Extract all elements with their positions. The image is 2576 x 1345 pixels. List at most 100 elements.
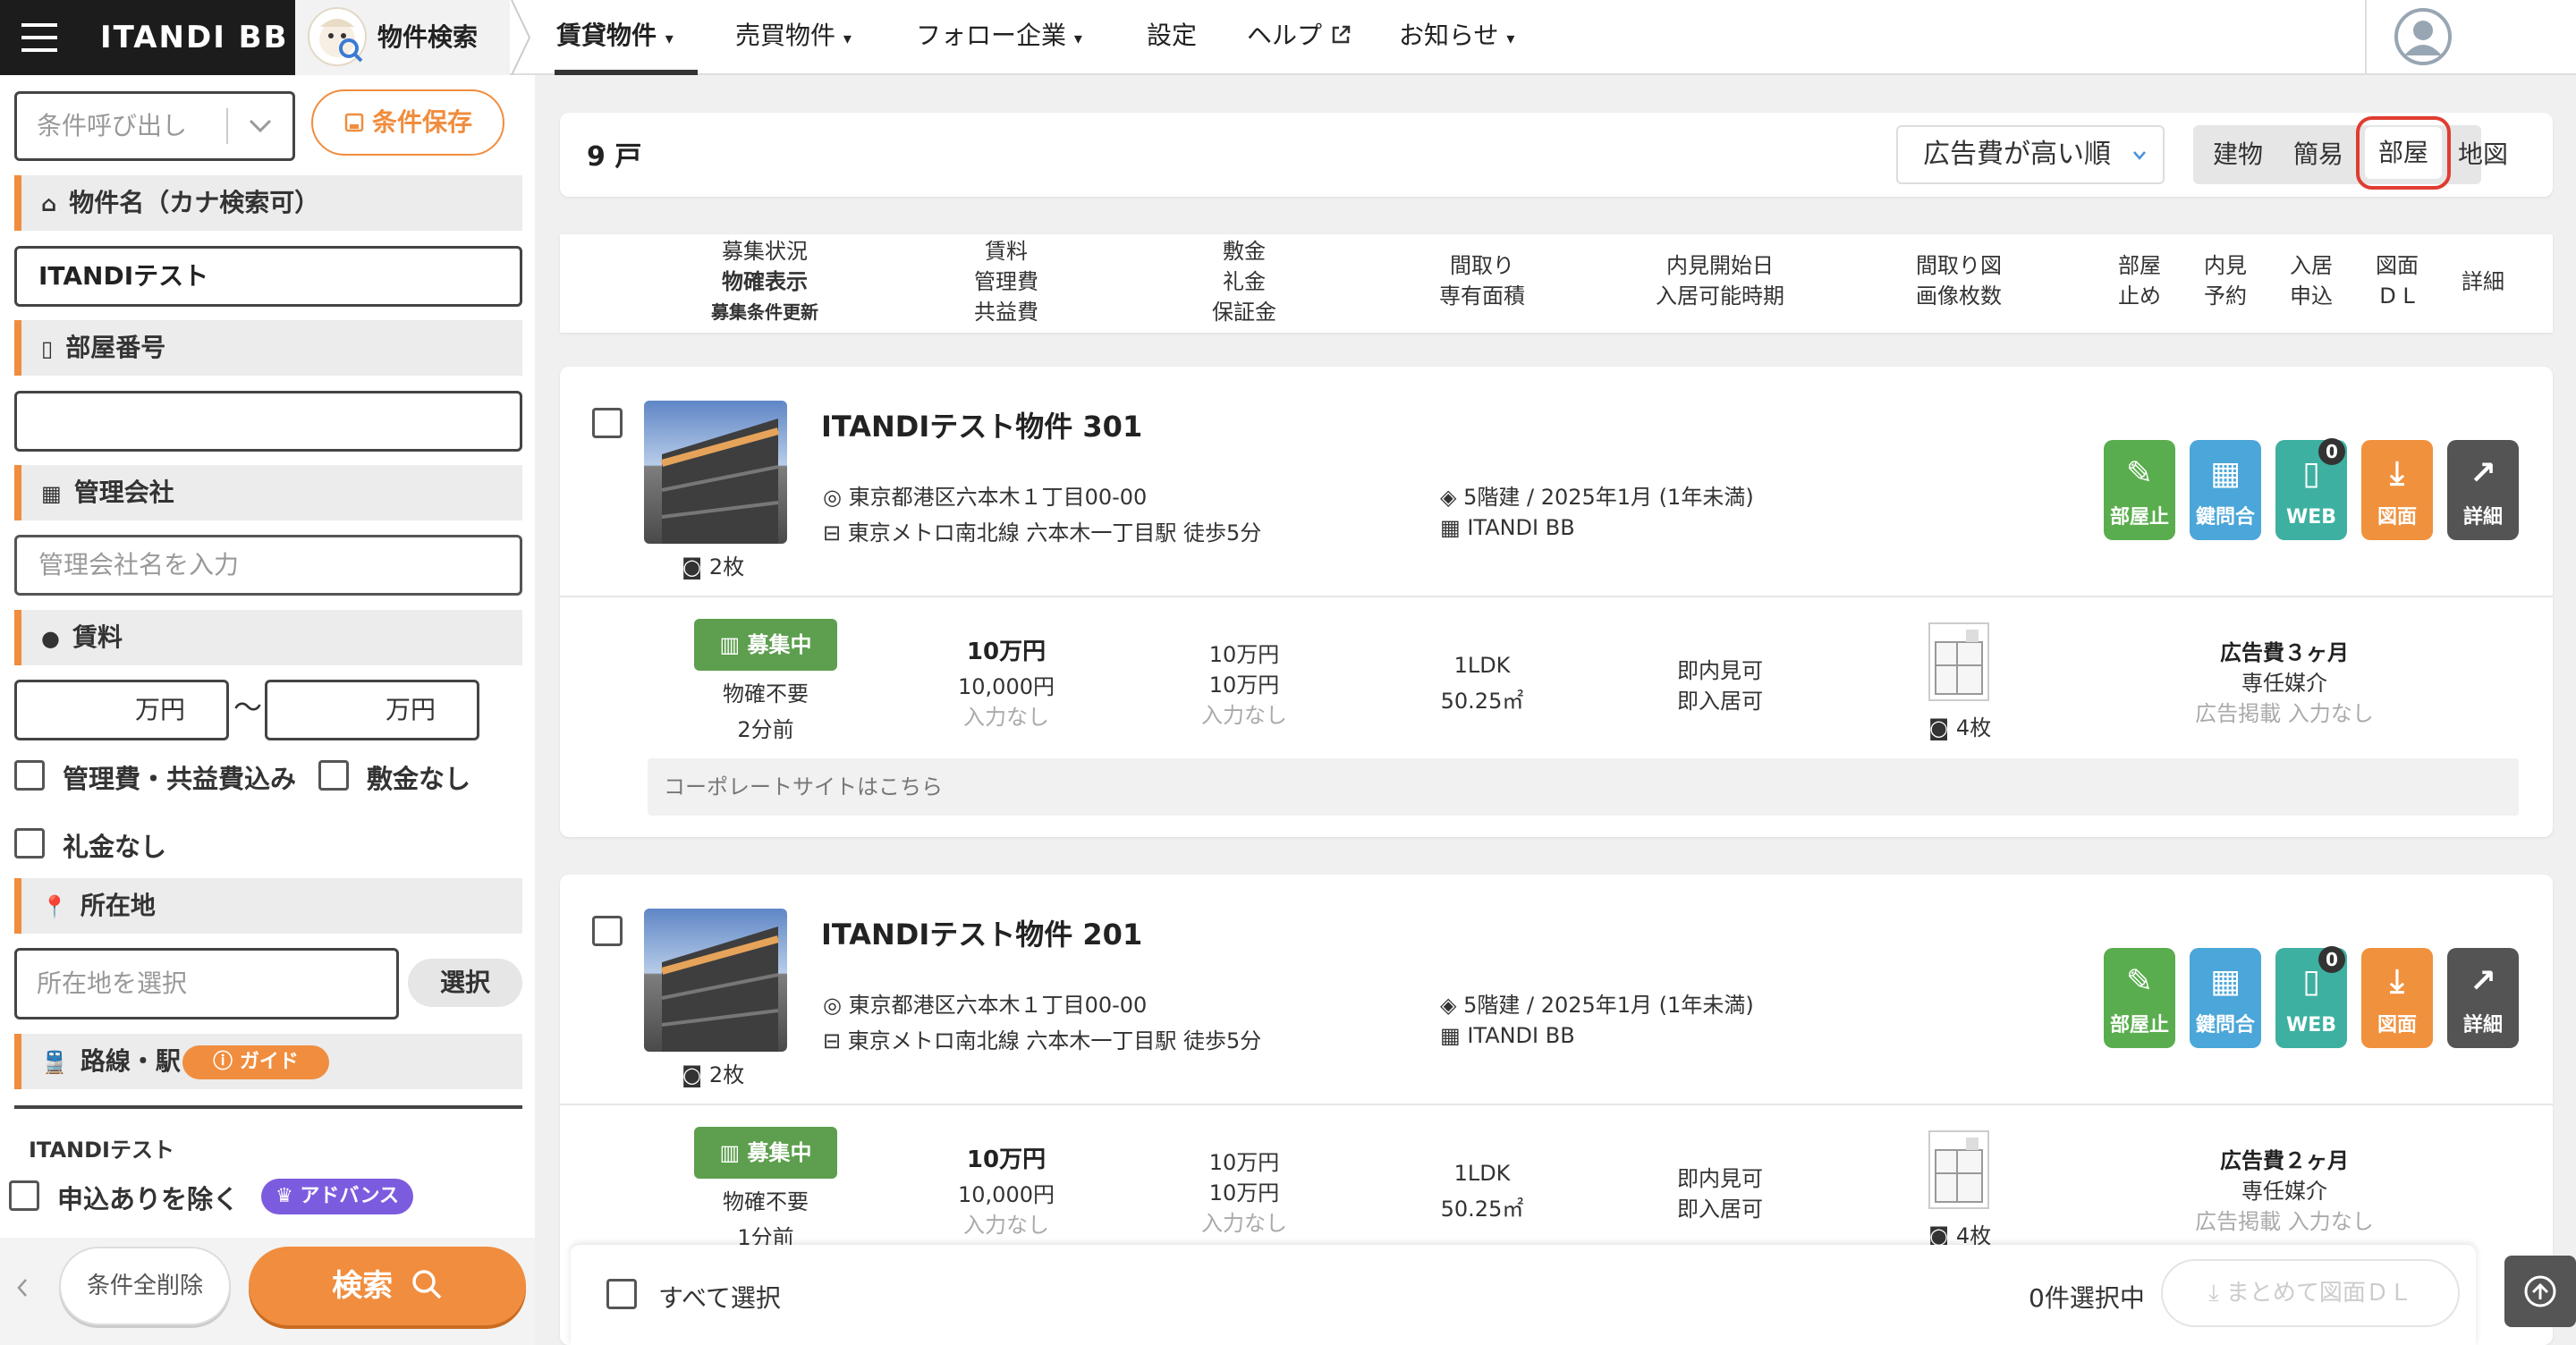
nav-follow-companies[interactable]: フォロー企業 ▾ bbox=[916, 0, 1082, 75]
exclude-applied-checkbox[interactable] bbox=[9, 1180, 39, 1211]
property-photo[interactable] bbox=[644, 401, 787, 544]
layers-icon: ◈ bbox=[1440, 993, 1464, 1018]
sort-select[interactable]: 広告費が高い順 bbox=[1896, 125, 2165, 184]
nav-help[interactable]: ヘルプ bbox=[1247, 0, 1352, 75]
train-icon: 🚆 bbox=[41, 1050, 68, 1075]
detail-button[interactable]: ↗ 詳細 bbox=[2447, 948, 2519, 1048]
floorplan-thumbnail[interactable] bbox=[1928, 622, 1989, 701]
nav-settings[interactable]: 設定 bbox=[1147, 0, 1197, 75]
bulk-download-button[interactable]: ⤓ まとめて図面ＤＬ bbox=[2161, 1259, 2460, 1327]
management-fee: 10,000円 bbox=[958, 1182, 1055, 1207]
drawing-download-button[interactable]: ⤓ 図面 bbox=[2361, 440, 2433, 540]
agency-type: 専任媒介 bbox=[2241, 1179, 2327, 1204]
property-company: ▦ ITANDI BB bbox=[1440, 1023, 1575, 1048]
property-building: ◈ 5階建 / 2025年1月 (1年未満) bbox=[1440, 485, 1754, 510]
rent-value: 10万円 bbox=[966, 1146, 1046, 1173]
detail-button[interactable]: ↗ 詳細 bbox=[2447, 440, 2519, 540]
no-deposit-checkbox[interactable] bbox=[318, 760, 349, 791]
common-fee: 入力なし bbox=[963, 705, 1049, 730]
listing-select-checkbox[interactable] bbox=[592, 916, 623, 946]
listing-select-checkbox[interactable] bbox=[592, 408, 623, 438]
room-stop-button[interactable]: ✎ 部屋止 bbox=[2104, 440, 2175, 540]
brand-logo[interactable]: ITANDI BB bbox=[100, 0, 289, 75]
room-number-input[interactable] bbox=[14, 391, 522, 452]
camera-icon: ◙ bbox=[682, 1062, 709, 1087]
key-inquiry-button[interactable]: ▦ 鍵問合 bbox=[2190, 440, 2261, 540]
camera-icon: ◙ bbox=[682, 554, 709, 579]
external-link-icon bbox=[1332, 25, 1351, 44]
no-deposit-label: 敷金なし bbox=[367, 764, 471, 794]
nav-sale[interactable]: 売買物件 ▾ bbox=[735, 0, 852, 75]
col-room-stop: 部屋 止め bbox=[2118, 253, 2161, 309]
app-switcher-property-search[interactable]: 物件検索 bbox=[295, 0, 510, 75]
property-name[interactable]: ITANDIテスト物件 201 bbox=[821, 912, 1142, 953]
management-company-input[interactable]: 管理会社名を入力 bbox=[14, 535, 522, 596]
itandi-test-label: ITANDIテスト bbox=[29, 1138, 174, 1163]
hamburger-menu-icon[interactable] bbox=[0, 0, 79, 75]
room-stop-button[interactable]: ✎ 部屋止 bbox=[2104, 948, 2175, 1048]
account-area bbox=[2365, 0, 2576, 75]
nav-rental[interactable]: 賃貸物件 ▾ bbox=[555, 0, 698, 75]
company-icon: ▦ bbox=[1440, 515, 1468, 540]
view-map-button[interactable]: 地図 bbox=[2458, 136, 2508, 173]
col-layout: 間取り 専有面積 bbox=[1439, 253, 1525, 309]
help-circle-icon: ⓘ bbox=[213, 1051, 240, 1073]
collapse-sidebar-icon[interactable] bbox=[16, 1277, 29, 1298]
user-avatar-icon[interactable] bbox=[2394, 7, 2453, 66]
view-building-button[interactable]: 建物 bbox=[2213, 136, 2263, 173]
nav-news[interactable]: お知らせ ▾ bbox=[1399, 0, 1514, 75]
rent-min-input[interactable]: 万円 bbox=[14, 680, 229, 740]
view-simple-button[interactable]: 簡易 bbox=[2293, 136, 2343, 173]
arrow-up-circle-icon bbox=[2524, 1275, 2556, 1307]
ad-fee: 広告費３ヶ月 bbox=[2220, 640, 2349, 665]
clear-all-button[interactable]: 条件全削除 bbox=[59, 1247, 231, 1325]
include-fees-label: 管理費・共益費込み bbox=[63, 764, 297, 794]
guide-button[interactable]: ⓘ ガイド bbox=[182, 1045, 329, 1079]
result-count: 9 戸 bbox=[587, 141, 642, 173]
select-all-label: すべて選択 bbox=[658, 1283, 781, 1313]
property-company: ▦ ITANDI BB bbox=[1440, 515, 1575, 540]
section-management-company: ▦ 管理会社 bbox=[14, 465, 522, 520]
rent-value: 10万円 bbox=[966, 639, 1046, 665]
deposit: 10万円 bbox=[1208, 642, 1280, 667]
include-fees-checkbox[interactable] bbox=[14, 760, 45, 791]
advance-badge: ♛ アドバンス bbox=[261, 1179, 413, 1214]
property-station: ⊟ 東京メトロ南北線 六本木一丁目駅 徒歩5分 bbox=[823, 520, 1262, 546]
status-badge: ▥ 募集中 bbox=[694, 1127, 837, 1179]
drawing-download-button[interactable]: ⤓ 図面 bbox=[2361, 948, 2433, 1048]
saved-conditions-select[interactable]: 条件呼び出し bbox=[14, 91, 295, 161]
home-icon: ⌂ bbox=[41, 191, 57, 216]
exclude-applied-label: 申込ありを除く bbox=[57, 1184, 240, 1214]
pin-icon: ✎ bbox=[2125, 963, 2154, 1000]
web-count-badge: 0 bbox=[2318, 438, 2345, 465]
property-photo[interactable] bbox=[644, 909, 787, 1052]
location-select-input[interactable]: 所在地を選択 bbox=[14, 948, 399, 1019]
rent-max-input[interactable]: 万円 bbox=[265, 680, 479, 740]
select-all-checkbox[interactable] bbox=[606, 1279, 637, 1309]
no-key-money-label: 礼金なし bbox=[63, 832, 167, 862]
no-key-money-checkbox[interactable] bbox=[14, 828, 45, 859]
floorplan-thumbnail[interactable] bbox=[1928, 1130, 1989, 1209]
common-fee: 入力なし bbox=[963, 1213, 1049, 1238]
crown-icon: ♛ bbox=[275, 1185, 301, 1207]
train-icon: ⊟ bbox=[823, 520, 848, 546]
updated-time: 2分前 bbox=[737, 717, 794, 742]
search-button[interactable]: 検索 bbox=[249, 1247, 526, 1325]
deposit: 10万円 bbox=[1208, 1150, 1280, 1175]
photo-count: ◙ 2枚 bbox=[682, 554, 745, 579]
key-inquiry-button[interactable]: ▦ 鍵問合 bbox=[2190, 948, 2261, 1048]
scroll-top-button[interactable] bbox=[2504, 1256, 2576, 1327]
door-icon: ▯ bbox=[41, 336, 54, 361]
property-name[interactable]: ITANDIテスト物件 301 bbox=[821, 404, 1142, 445]
status-badge: ▥ 募集中 bbox=[694, 619, 837, 671]
location-pin-icon: ◎ bbox=[823, 485, 849, 510]
save-conditions-button[interactable]: 条件保存 bbox=[311, 89, 504, 156]
property-name-input[interactable]: ITANDIテスト bbox=[14, 246, 522, 307]
col-application: 入居 申込 bbox=[2290, 253, 2333, 309]
col-rent: 賃料 管理費 共益費 bbox=[974, 239, 1038, 325]
corporate-site-link[interactable]: コーポレートサイトはこちら bbox=[648, 758, 2519, 816]
section-property-name: ⌂ 物件名（カナ検索可） bbox=[14, 175, 522, 231]
view-room-button[interactable]: 部屋 bbox=[2365, 127, 2442, 179]
search-icon bbox=[412, 1270, 442, 1299]
location-select-button[interactable]: 選択 bbox=[408, 959, 522, 1007]
